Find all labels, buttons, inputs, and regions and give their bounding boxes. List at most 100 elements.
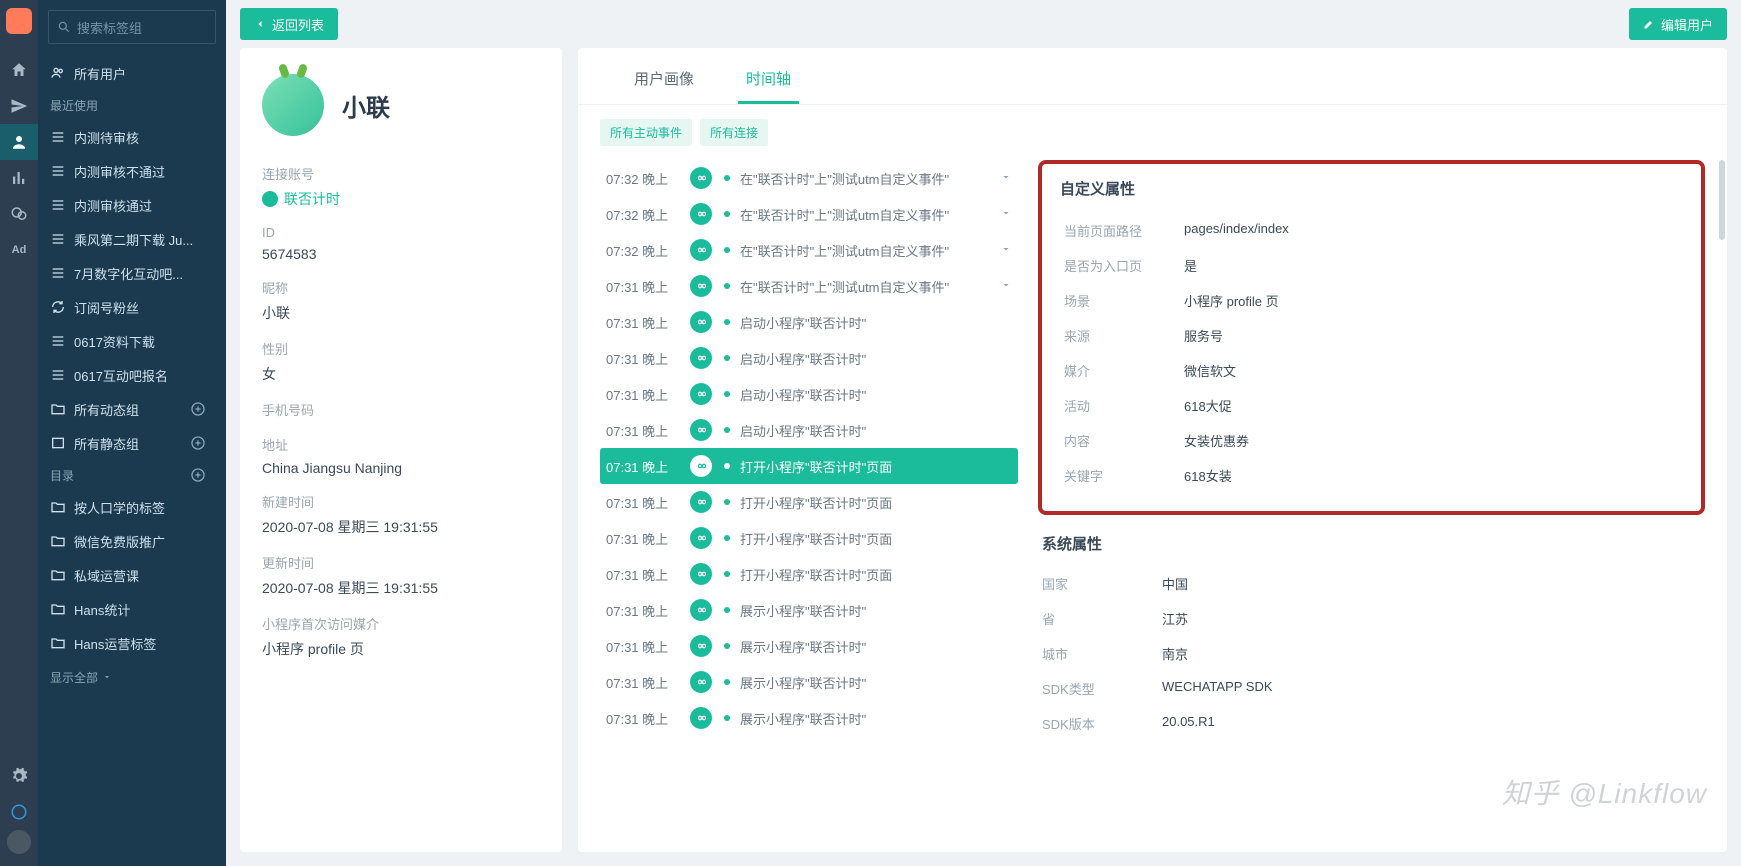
filter-active-events[interactable]: 所有主动事件 [600,119,692,146]
sidebar-catalog-item[interactable]: Hans统计 [38,592,226,626]
event-row[interactable]: 07:31 晚上打开小程序"联否计时"页面 [600,484,1018,520]
event-time: 07:31 晚上 [606,277,690,296]
profile-created-label: 新建时间 [262,492,540,511]
event-row[interactable]: 07:31 晚上启动小程序"联否计时" [600,304,1018,340]
event-row[interactable]: 07:31 晚上打开小程序"联否计时"页面 [600,448,1018,484]
event-row[interactable]: 07:31 晚上展示小程序"联否计时" [600,628,1018,664]
profile-address-label: 地址 [262,435,540,454]
profile-account-label: 连接账号 [262,164,540,183]
event-time: 07:32 晚上 [606,205,690,224]
sidebar-catalog-item[interactable]: 按人口学的标签 [38,490,226,524]
sidebar-all-users[interactable]: 所有用户 [38,56,226,90]
users-icon[interactable] [0,124,38,160]
chevron-down-icon[interactable] [1000,171,1012,183]
event-desc: 打开小程序"联否计时"页面 [740,457,1012,476]
chat-icon[interactable] [0,196,38,232]
event-desc: 启动小程序"联否计时" [740,313,1012,332]
event-time: 07:31 晚上 [606,349,690,368]
event-row[interactable]: 07:31 晚上展示小程序"联否计时" [600,592,1018,628]
sidebar-recent-item[interactable]: 内测待审核 [38,120,226,154]
attr-value: 618大促 [1184,396,1232,415]
event-row[interactable]: 07:32 晚上在"联否计时"上"测试utm自定义事件" [600,232,1018,268]
event-row[interactable]: 07:31 晚上 打开小程序"联否计时"页面 [600,556,1018,592]
events-list[interactable]: 07:32 晚上在"联否计时"上"测试utm自定义事件"07:32 晚上在"联否… [578,160,1028,852]
event-detail[interactable]: 自定义属性 当前页面路径pages/index/index是否为入口页是场景小程… [1028,160,1727,852]
event-time: 07:31 晚上 [606,565,690,584]
event-dot-icon [724,427,730,433]
event-row[interactable]: 07:31 晚上启动小程序"联否计时" [600,376,1018,412]
chart-icon[interactable] [0,160,38,196]
sidebar-catalog-item[interactable]: 私域运营课 [38,558,226,592]
event-dot-icon [724,607,730,613]
sidebar-recent-item[interactable]: 内测审核不通过 [38,154,226,188]
event-time: 07:31 晚上 [606,529,690,548]
event-row[interactable]: 07:31 晚上展示小程序"联否计时" [600,700,1018,736]
event-dot-icon [724,679,730,685]
plus-icon[interactable] [190,401,206,417]
send-icon[interactable] [0,88,38,124]
event-desc: 打开小程序"联否计时"页面 [740,565,1012,584]
sidebar-catalog-item[interactable]: 微信免费版推广 [38,524,226,558]
help-icon[interactable] [0,794,38,830]
attr-key: 场景 [1064,291,1184,310]
attr-value: 618女装 [1184,466,1232,485]
event-row[interactable]: 07:31 晚上展示小程序"联否计时" [600,664,1018,700]
sidebar-recent-item[interactable]: 乘风第二期下载 Ju... [38,222,226,256]
chevron-down-icon[interactable] [1000,279,1012,291]
event-desc: 展示小程序"联否计时" [740,673,1012,692]
event-dot-icon [724,355,730,361]
event-desc: 启动小程序"联否计时" [740,385,1012,404]
event-row[interactable]: 07:31 晚上启动小程序"联否计时" [600,412,1018,448]
profile-avatar-icon [262,74,324,136]
event-row[interactable]: 07:32 晚上在"联否计时"上"测试utm自定义事件" [600,196,1018,232]
event-dot-icon [724,643,730,649]
sidebar-recent-item[interactable]: 7月数字化互动吧... [38,256,226,290]
edit-user-button[interactable]: 编辑用户 [1629,8,1727,40]
tab-portrait[interactable]: 用户画像 [626,56,702,104]
list-icon [50,231,66,247]
sidebar-recent-item[interactable]: 内测审核通过 [38,188,226,222]
attr-value: pages/index/index [1184,221,1289,240]
tab-timeline[interactable]: 时间轴 [738,56,799,104]
event-row[interactable]: 07:31 晚上打开小程序"联否计时"页面 [600,520,1018,556]
sidebar-dynamic-groups[interactable]: 所有动态组 [38,392,226,426]
ad-icon[interactable]: Ad [0,232,38,268]
chevron-down-icon[interactable] [1000,207,1012,219]
profile-nick-label: 昵称 [262,278,540,297]
event-time: 07:31 晚上 [606,637,690,656]
sidebar-recent-item[interactable]: 订阅号粉丝 [38,290,226,324]
sidebar-show-all[interactable]: 显示全部 [38,660,226,694]
chevron-down-icon[interactable] [1000,243,1012,255]
sidebar-catalog-item[interactable]: Hans运营标签 [38,626,226,660]
sidebar-recent-item[interactable]: 0617资料下载 [38,324,226,358]
back-button[interactable]: 返回列表 [240,8,338,40]
attr-key: 关键字 [1064,466,1184,485]
search-input[interactable]: 搜索标签组 [48,10,216,44]
sidebar-recent-item[interactable]: 0617互动吧报名 [38,358,226,392]
event-type-icon [690,239,712,261]
sidebar-static-groups[interactable]: 所有静态组 [38,426,226,460]
event-type-icon [690,419,712,441]
event-row[interactable]: 07:31 晚上在"联否计时"上"测试utm自定义事件" [600,268,1018,304]
profile-updated-value: 2020-07-08 星期三 19:31:55 [262,578,540,598]
event-dot-icon [724,247,730,253]
plus-icon[interactable] [190,435,206,451]
event-type-icon [690,635,712,657]
list-icon [50,197,66,213]
event-row[interactable]: 07:31 晚上启动小程序"联否计时" [600,340,1018,376]
filter-all-conn[interactable]: 所有连接 [700,119,768,146]
filters: 所有主动事件 所有连接 [578,105,1727,160]
event-type-icon [690,707,712,729]
settings-icon[interactable] [0,758,38,794]
main-content: 返回列表 编辑用户 小联 连接账号 联否计时 ID 5674583 昵称 小联 … [226,0,1741,866]
plus-icon[interactable] [190,467,206,483]
tabs: 用户画像 时间轴 [578,48,1727,105]
event-type-icon [690,167,712,189]
attr-key: 内容 [1064,431,1184,450]
home-icon[interactable] [0,52,38,88]
user-avatar-icon[interactable] [7,830,31,854]
list-icon [50,265,66,281]
event-dot-icon [724,211,730,217]
event-row[interactable]: 07:32 晚上在"联否计时"上"测试utm自定义事件" [600,160,1018,196]
scrollbar-icon[interactable] [1719,160,1725,240]
